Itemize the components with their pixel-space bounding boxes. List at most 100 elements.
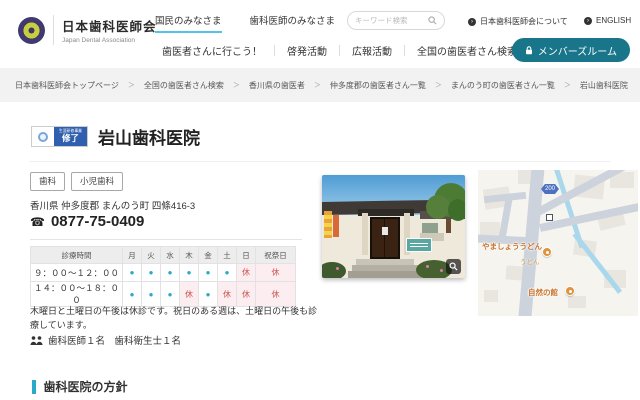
schedule-cell: ● — [141, 281, 161, 307]
schedule-cell: ● — [122, 263, 142, 282]
photo-entrance-door — [370, 217, 400, 259]
col-wed: 水 — [160, 246, 180, 264]
phone-icon: ☎ — [30, 214, 45, 229]
schedule-cell: 休 — [236, 263, 256, 282]
col-holiday: 祝祭日 — [255, 246, 296, 264]
schedule-cell: 休 — [217, 281, 237, 307]
breadcrumb-district[interactable]: 仲多度郡の歯医者さん一覧 — [330, 80, 426, 91]
staff-info: 歯科医師１名 歯科衛生士１名 — [30, 333, 181, 347]
col-sun: 日 — [236, 246, 256, 264]
schedule-cell: ● — [122, 281, 142, 307]
clinic-name: 岩山歯科医院 — [98, 129, 200, 148]
map-building — [568, 296, 586, 308]
logo-divider — [53, 15, 54, 45]
staff-text: 歯科医師１名 歯科衛生士１名 — [48, 336, 182, 347]
breadcrumb-separator: ＞ — [127, 82, 135, 89]
badge-small-text: 生涯研修事業 — [59, 128, 82, 134]
breadcrumb-home[interactable]: 日本歯科医師会トップページ — [15, 80, 119, 91]
tag-pediatric-dentistry: 小児歯科 — [71, 172, 124, 191]
schedule-cell: 休 — [236, 281, 256, 307]
audience-nav: 国民のみなさま 歯科医師のみなさま — [155, 13, 335, 33]
phone-number: 0877-75-0409 — [50, 213, 145, 230]
members-room-label: メンバーズルーム — [537, 46, 617, 58]
photo-tree — [448, 199, 465, 221]
photo-flower — [440, 269, 443, 272]
breadcrumb-separator: ＞ — [434, 82, 442, 89]
map-poi-place-icon[interactable] — [565, 286, 575, 296]
schedule-cell: 休 — [255, 281, 296, 307]
breadcrumb: 日本歯科医師会トップページ ＞ 全国の歯医者さん検索 ＞ 香川県の歯医者 ＞ 仲… — [0, 68, 640, 102]
photo-steps — [348, 271, 422, 278]
schedule-cell: ● — [160, 281, 180, 307]
members-room-button[interactable]: メンバーズルーム — [511, 38, 630, 62]
training-completed-badge: 生涯研修事業 修了 — [31, 126, 88, 147]
link-about-jda[interactable]: › 日本歯科医師会について — [468, 16, 568, 27]
jda-emblem-icon — [18, 16, 45, 44]
morning-hours: ９：００～１２：００ — [30, 263, 123, 282]
photo-porch-column — [362, 213, 368, 255]
schedule-cell: ● — [179, 263, 199, 282]
about-label: 日本歯科医師会について — [480, 17, 568, 26]
schedule-row-morning: ９：００～１２：００ ● ● ● ● ● ● 休 休 — [30, 263, 296, 282]
magnifier-icon — [449, 262, 458, 271]
title-divider — [30, 161, 610, 162]
col-tue: 火 — [141, 246, 161, 264]
main-nav: 歯医者さんに行こう！ 啓発活動 広報活動 全国の歯医者さん検索 — [150, 43, 529, 58]
schedule-cell: 休 — [179, 281, 199, 307]
tag-dentistry: 歯科 — [30, 172, 66, 191]
badge-large-text: 修了 — [61, 133, 79, 144]
schedule-header-row: 診療時間 月 火 水 木 金 土 日 祝祭日 — [30, 246, 296, 264]
site-logo[interactable]: 日本歯科医師会 Japan Dental Association — [18, 15, 157, 45]
map-poi-nature-label[interactable]: 自然の館 — [528, 287, 558, 298]
col-hours: 診療時間 — [30, 246, 123, 264]
map-poi-udon-sublabel: うどん — [520, 259, 540, 266]
breadcrumb-town[interactable]: まんのう町の歯医者さん一覧 — [451, 80, 555, 91]
nav-pr[interactable]: 広報活動 — [340, 43, 404, 58]
nav-citizens[interactable]: 国民のみなさま — [155, 13, 222, 33]
route-shield: 200 — [541, 184, 559, 194]
schedule-cell: ● — [141, 263, 161, 282]
photo-banner-flag — [324, 211, 332, 238]
site-header: 日本歯科医師会 Japan Dental Association 国民のみなさま… — [0, 0, 640, 68]
breadcrumb-separator: ＞ — [313, 82, 321, 89]
photo-flower — [336, 267, 339, 270]
badge-text-area: 生涯研修事業 修了 — [54, 127, 87, 146]
breadcrumb-prefecture[interactable]: 香川県の歯医者 — [249, 80, 305, 91]
photo-flower — [426, 265, 429, 268]
schedule-cell: ● — [198, 263, 218, 282]
lock-icon — [525, 45, 532, 54]
col-mon: 月 — [122, 246, 142, 264]
badge-emblem-area — [32, 127, 54, 146]
clinic-photo[interactable] — [322, 175, 465, 278]
schedule-cell: ● — [217, 263, 237, 282]
photo-signboard — [406, 238, 432, 252]
photo-window — [422, 223, 438, 233]
photo-zoom-button[interactable] — [446, 259, 461, 274]
map-poi-restaurant-icon[interactable] — [542, 247, 552, 257]
breadcrumb-separator: ＞ — [232, 82, 240, 89]
map-poi-building-icon — [546, 214, 553, 221]
page: 日本歯科医師会 Japan Dental Association 国民のみなさま… — [0, 0, 640, 400]
map-poi-udon-label[interactable]: やましょううどん — [482, 241, 542, 252]
col-thu: 木 — [179, 246, 199, 264]
specialty-tags: 歯科 小児歯科 — [30, 172, 124, 191]
section-divider — [30, 239, 302, 240]
chevron-circle-icon: › — [584, 16, 592, 25]
col-fri: 金 — [198, 246, 218, 264]
schedule-note: 木曜日と土曜日の午後は休診です。祝日のある週は、土曜日の午後も診療しています。 — [30, 306, 318, 330]
photo-plants — [322, 262, 346, 278]
breadcrumb-search[interactable]: 全国の歯医者さん検索 — [144, 80, 224, 91]
phone-link[interactable]: ☎ 0877-75-0409 — [30, 213, 144, 230]
breadcrumb-current: 岩山歯科医院 — [579, 80, 628, 90]
photo-tree-trunk — [446, 219, 451, 233]
keyword-search[interactable] — [347, 11, 445, 30]
nav-awareness[interactable]: 啓発活動 — [275, 43, 339, 58]
logo-title: 日本歯科医師会 — [62, 20, 157, 34]
nav-go-to-dentist[interactable]: 歯医者さんに行こう！ — [150, 43, 274, 58]
location-map[interactable]: 200 やましょううどん うどん 自然の館 — [478, 170, 638, 316]
nav-dentist-search[interactable]: 全国の歯医者さん検索 — [405, 43, 529, 58]
clinic-title-row: 生涯研修事業 修了 岩山歯科医院 — [31, 124, 200, 149]
nav-dentists[interactable]: 歯科医師のみなさま — [250, 13, 336, 33]
search-input[interactable] — [355, 16, 428, 25]
link-english[interactable]: › ENGLISH — [584, 16, 631, 25]
